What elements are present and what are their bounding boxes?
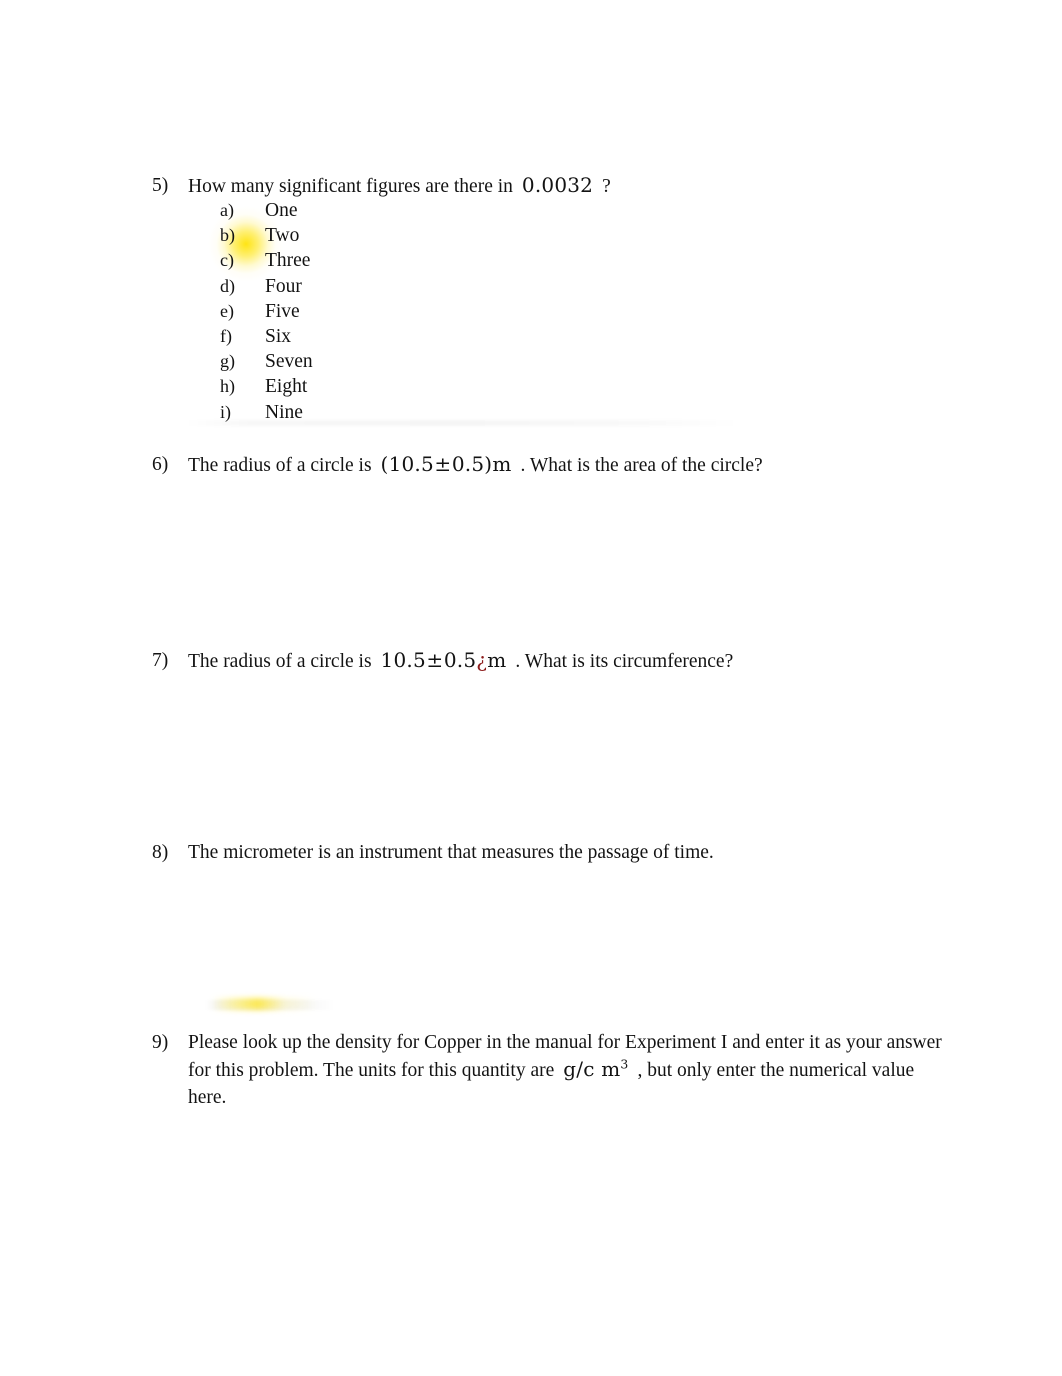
option-i-label: Nine bbox=[265, 401, 303, 423]
question-8-number: 8) bbox=[152, 842, 169, 863]
question-5-text-before: How many significant figures are there i… bbox=[188, 176, 513, 197]
option-e[interactable]: e) Five bbox=[220, 299, 580, 324]
question-7-math-value: 10.5 bbox=[380, 648, 426, 672]
question-7-math-expression: 10.5±0.5¿m bbox=[381, 648, 507, 672]
question-7-math-unit: m bbox=[487, 648, 507, 672]
question-7-encoding-artifact: ¿ bbox=[476, 648, 488, 672]
option-b-label: Two bbox=[265, 225, 300, 247]
question-5-number: 5) bbox=[152, 175, 169, 196]
question-8-body: The micrometer is an instrument that mea… bbox=[188, 842, 714, 863]
question-9-number: 9) bbox=[152, 1032, 169, 1053]
question-7-text-after: . What is its circumference? bbox=[515, 651, 734, 672]
option-f-letter: f) bbox=[220, 325, 232, 346]
question-6-text-after: . What is the area of the circle? bbox=[520, 455, 763, 476]
option-d[interactable]: d) Four bbox=[220, 274, 580, 299]
question-6-text-before: The radius of a circle is bbox=[188, 455, 372, 476]
question-7-number: 7) bbox=[152, 650, 169, 671]
question-6-number: 6) bbox=[152, 454, 169, 475]
question-7-text-before: The radius of a circle is bbox=[188, 651, 372, 672]
option-g-label: Seven bbox=[265, 351, 313, 373]
option-a-label: One bbox=[265, 200, 298, 221]
option-h-label: Eight bbox=[265, 376, 308, 398]
option-a[interactable]: a) One bbox=[220, 198, 580, 223]
question-9-math-unit-exponent: 3 bbox=[620, 1056, 629, 1072]
option-b-letter: b) bbox=[220, 225, 235, 246]
question-5-math-value: 0.0032 bbox=[521, 173, 594, 197]
question-6-math-unit: m bbox=[492, 452, 512, 476]
question-7-math-error: 0.5 bbox=[443, 648, 477, 672]
option-h[interactable]: h) Eight bbox=[220, 374, 580, 399]
option-f[interactable]: f) Six bbox=[220, 324, 580, 349]
option-g-letter: g) bbox=[220, 351, 235, 372]
question-6-math-open-paren: ( bbox=[380, 452, 389, 476]
option-b[interactable]: b) Two bbox=[220, 223, 580, 248]
question-6-body: The radius of a circle is (10.5±0.5)m . Wh… bbox=[188, 451, 942, 479]
option-c-letter: c) bbox=[220, 250, 234, 271]
highlighter-smear bbox=[212, 998, 316, 1010]
scan-artifact-band-lower bbox=[205, 1000, 335, 1010]
option-i[interactable]: i) Nine bbox=[220, 400, 580, 425]
option-h-letter: h) bbox=[220, 376, 235, 397]
option-i-letter: i) bbox=[220, 401, 231, 422]
question-7: 7) The radius of a circle is 10.5±0.5¿m . … bbox=[152, 647, 942, 675]
question-5-text-after: ? bbox=[602, 176, 611, 197]
question-7-math-plus-minus: ± bbox=[426, 648, 444, 672]
option-f-label: Six bbox=[265, 325, 292, 347]
option-e-label: Five bbox=[265, 300, 300, 322]
question-6: 6) The radius of a circle is (10.5±0.5)m.… bbox=[152, 451, 942, 479]
option-c-label: Three bbox=[265, 250, 311, 272]
question-8: 8) The micrometer is an instrument that … bbox=[152, 839, 942, 866]
option-d-label: Four bbox=[265, 275, 302, 297]
question-9-math-unit: g/c m3 bbox=[563, 1057, 628, 1081]
question-9: 9) Please look up the density for Copper… bbox=[152, 1029, 942, 1111]
question-6-math-expression: (10.5±0.5)m bbox=[381, 452, 512, 476]
question-6-math-value: 10.5 bbox=[388, 452, 434, 476]
question-5: 5) How many significant figures are ther… bbox=[152, 172, 942, 200]
question-5-body: How many significant figures are there i… bbox=[188, 172, 942, 200]
option-c[interactable]: c) Three bbox=[220, 248, 580, 273]
question-5-options: a) One b) Two c) Three d) Four e) Five f) Six … bbox=[220, 198, 580, 425]
question-6-math-plus-minus: ± bbox=[434, 452, 452, 476]
question-9-math-unit-base: g/c m bbox=[563, 1057, 621, 1081]
option-e-letter: e) bbox=[220, 300, 234, 321]
option-a-letter: a) bbox=[220, 200, 234, 220]
question-6-math-error: 0.5 bbox=[451, 452, 485, 476]
question-9-body: Please look up the density for Copper in… bbox=[188, 1029, 942, 1111]
option-g[interactable]: g) Seven bbox=[220, 349, 580, 374]
option-d-letter: d) bbox=[220, 275, 235, 296]
document-page: 5) How many significant figures are ther… bbox=[0, 0, 1062, 1376]
question-7-body: The radius of a circle is 10.5±0.5¿m . Wha… bbox=[188, 647, 942, 675]
